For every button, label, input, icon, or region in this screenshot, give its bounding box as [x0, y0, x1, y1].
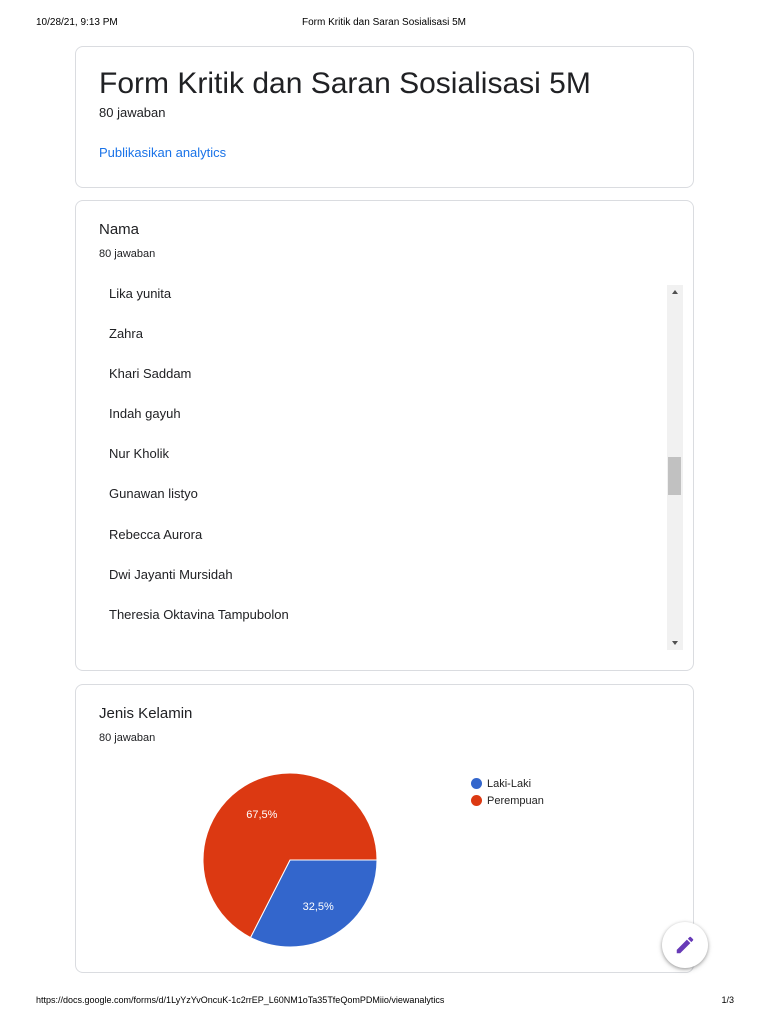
print-footer: https://docs.google.com/forms/d/1LyYzYvO… [0, 995, 768, 1009]
list-item: Lika yunita [109, 286, 172, 301]
pie-chart: 32,5% 67,5% [202, 772, 378, 948]
legend-item: Perempuan [471, 792, 544, 809]
list-item: Rebecca Aurora [109, 526, 203, 542]
arrow-down-icon [672, 641, 678, 645]
list-item: Khari Saddam [109, 366, 192, 382]
response-count: 80 jawaban [99, 105, 166, 120]
answer-list[interactable]: Lika yunita Zahra Khari Saddam Indah gay… [94, 284, 684, 650]
form-title: Form Kritik dan Saran Sosialisasi 5M [99, 67, 591, 100]
question-card-jenis-kelamin: Jenis Kelamin 80 jawaban 32,5% 67,5% Laki… [75, 684, 694, 973]
list-item: Indah gayuh [109, 406, 181, 422]
scroll-up-button[interactable] [667, 285, 683, 299]
legend-item: Laki-Laki [471, 775, 544, 792]
question-response-count: 80 jawaban [99, 248, 156, 260]
list-item: Nur Kholik [109, 446, 169, 462]
print-header: 10/28/21, 9:13 PM Form Kritik dan Saran … [0, 17, 768, 31]
legend-label: Laki-Laki [487, 777, 532, 790]
scroll-thumb[interactable] [668, 457, 681, 495]
list-item: Theresia Oktavina Tampubolon [109, 606, 289, 622]
list-item: Zahra [109, 326, 143, 342]
page-number: 1/3 [721, 995, 734, 1005]
pencil-icon [676, 936, 694, 954]
question-title: Nama [99, 221, 140, 238]
legend-swatch [471, 795, 482, 806]
edit-fab-button[interactable] [662, 922, 708, 968]
question-card-nama: Nama 80 jawaban Lika yunita Zahra Khari … [75, 200, 694, 671]
publish-analytics-link[interactable]: Publikasikan analytics [99, 145, 226, 160]
print-doc-title: Form Kritik dan Saran Sosialisasi 5M [302, 17, 466, 28]
page-url: https://docs.google.com/forms/d/1LyYzYvO… [36, 995, 445, 1005]
pie-slice-label: 67,5% [246, 809, 277, 821]
pie-slice-label: 32,5% [303, 901, 334, 913]
arrow-up-icon [672, 290, 678, 294]
legend-label: Perempuan [487, 794, 544, 807]
list-item: Dwi Jayanti Mursidah [109, 566, 233, 582]
list-item: Gunawan listyo [109, 486, 198, 502]
scrollbar[interactable] [667, 285, 683, 650]
chart-legend: Laki-Laki Perempuan [471, 775, 544, 809]
legend-swatch [471, 778, 482, 789]
form-header-card: Form Kritik dan Saran Sosialisasi 5M 80 … [75, 46, 694, 188]
scroll-down-button[interactable] [667, 636, 683, 650]
